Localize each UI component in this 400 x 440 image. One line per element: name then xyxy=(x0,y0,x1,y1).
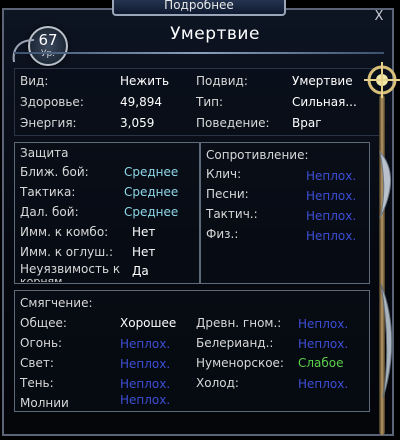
info-label-type: Тип: xyxy=(196,95,224,109)
mitigation-label-ancient-dwarf: Древн. гном.: xyxy=(196,316,282,330)
mitigation-value-beleriand: Неплох. xyxy=(298,337,349,351)
info-value-behavior: Враг xyxy=(292,116,322,130)
defense-value-stun: Нет xyxy=(132,245,156,259)
defense-label-combo: Имм. к комбо: xyxy=(20,225,109,239)
defense-label-root-cont: корням xyxy=(20,275,63,282)
mitigation-label-lightning: Молнии xyxy=(20,396,69,410)
mitigation-label-shadow: Тень: xyxy=(20,376,54,390)
info-label-kind: Вид: xyxy=(20,74,49,88)
resistance-label-warcry: Клич: xyxy=(206,167,242,181)
resistance-value-physical: Неплох. xyxy=(306,229,357,243)
title-divider xyxy=(14,52,384,54)
mitigation-value-lightning: Неплох. xyxy=(120,393,171,407)
close-button[interactable]: X xyxy=(370,8,388,26)
mitigation-title: Смягчение: xyxy=(20,296,93,310)
mitigation-value-shadow: Неплох. xyxy=(120,377,171,391)
defense-title: Защита xyxy=(20,146,69,160)
info-value-type: Сильная... xyxy=(292,95,357,109)
info-label-subkind: Подвид: xyxy=(196,74,248,88)
window-title: Подробнее xyxy=(164,0,234,12)
mitigation-value-fire: Неплох. xyxy=(120,337,171,351)
info-label-energy: Энергия: xyxy=(20,116,77,130)
hook-ornament-icon xyxy=(12,39,35,63)
defense-value-melee: Среднее xyxy=(124,165,179,179)
mitigation-value-common: Хорошее xyxy=(120,316,177,330)
close-icon[interactable]: X xyxy=(375,9,384,24)
defense-value-combo: Нет xyxy=(132,225,156,239)
creature-name: Умертвие xyxy=(170,24,260,44)
resistance-label-tactical: Тактич.: xyxy=(206,207,258,221)
window-title-tab: Подробнее xyxy=(112,0,286,16)
resistance-value-tactical: Неплох. xyxy=(306,209,357,223)
defense-label-tactical: Тактика: xyxy=(20,185,76,199)
info-value-energy: 3,059 xyxy=(120,116,155,130)
defense-value-ranged: Среднее xyxy=(124,205,179,219)
mitigation-label-beleriand: Белерианд.: xyxy=(196,336,274,350)
resistance-value-songs: Неплох. xyxy=(306,189,357,203)
mitigation-value-ancient-dwarf: Неплох. xyxy=(298,317,349,331)
info-value-kind: Нежить xyxy=(120,74,170,88)
mitigation-value-light: Неплох. xyxy=(120,357,171,371)
info-label-behavior: Поведение: xyxy=(196,116,270,130)
defense-label-root: Неуязвимость к xyxy=(20,262,121,276)
defense-label-stun: Имм. к оглуш.: xyxy=(20,245,114,259)
resistance-label-physical: Физ.: xyxy=(206,227,239,241)
mitigation-label-light: Свет: xyxy=(20,356,54,370)
info-value-health: 49,894 xyxy=(120,95,162,109)
defense-value-tactical: Среднее xyxy=(124,185,179,199)
mitigation-label-frost: Холод: xyxy=(196,376,239,390)
mitigation-label-common: Общее: xyxy=(20,316,67,330)
mitigation-value-numenorean: Слабое xyxy=(298,356,344,370)
mitigation-label-fire: Огонь: xyxy=(20,336,63,350)
info-value-subkind: Умертвие xyxy=(292,74,353,88)
resistance-title: Сопротивление: xyxy=(206,148,309,162)
resistance-label-songs: Песни: xyxy=(206,187,249,201)
info-label-health: Здоровье: xyxy=(20,95,84,109)
resistance-value-warcry: Неплох. xyxy=(306,169,357,183)
mitigation-value-frost: Неплох. xyxy=(298,377,349,391)
lower-blade-ornament-icon xyxy=(380,283,393,399)
blade-ornament-icon xyxy=(379,150,392,219)
defense-value-root: Да xyxy=(132,264,149,278)
defense-label-melee: Ближ. бой: xyxy=(20,165,89,179)
mitigation-label-numenorean: Нуменорское: xyxy=(196,356,284,370)
defense-label-ranged: Дал. бой: xyxy=(20,205,79,219)
orb-ornament-icon xyxy=(364,62,400,98)
